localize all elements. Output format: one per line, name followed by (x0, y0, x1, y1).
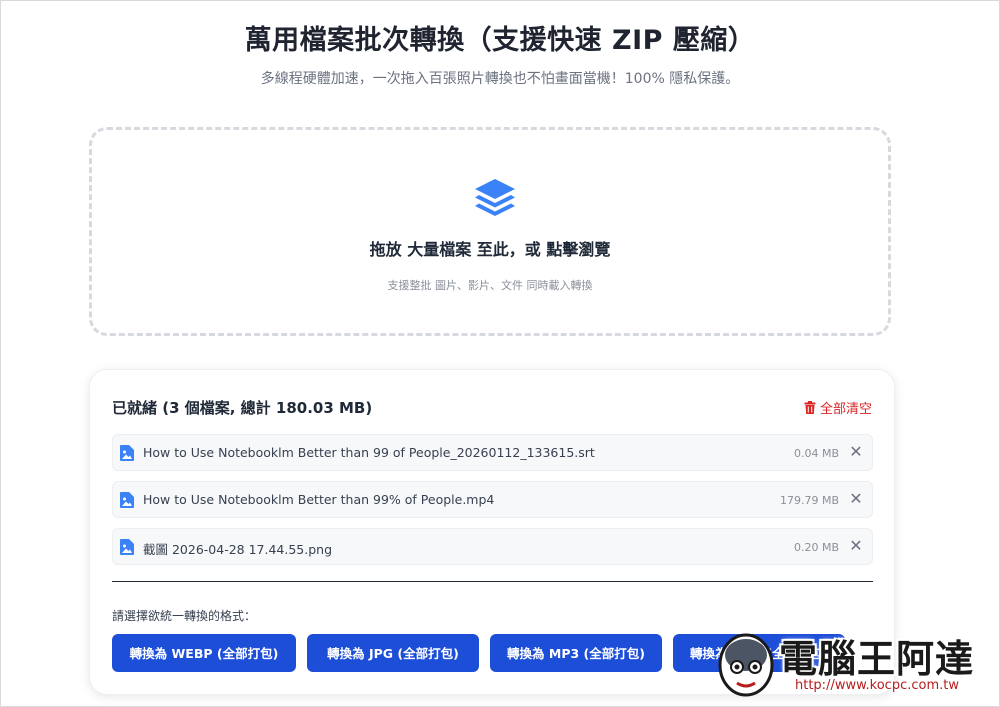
convert-webp-button[interactable]: 轉換為 WEBP (全部打包) (112, 634, 296, 672)
file-size: 0.20 MB (793, 541, 839, 554)
convert-jpg-button[interactable]: 轉換為 JPG (全部打包) (307, 634, 479, 672)
remove-file-button[interactable]: ✕ (847, 442, 865, 462)
remove-file-button[interactable]: ✕ (847, 489, 865, 509)
file-row: How to Use Notebooklm Better than 99% of… (112, 481, 873, 518)
clear-all-label: 全部清空 (819, 402, 872, 417)
clear-all-button[interactable]: 全部清空 (804, 398, 872, 417)
dropzone-hint: 支援整批 圖片、影片、文件 同時載入轉換 (387, 279, 593, 292)
layers-icon (475, 179, 515, 216)
file-name: How to Use Notebooklm Better than 99 of … (143, 445, 595, 460)
remove-file-button[interactable]: ✕ (847, 536, 865, 556)
file-name: How to Use Notebooklm Better than 99% of… (143, 492, 495, 507)
mascot-logo (718, 633, 774, 697)
trash-icon (804, 401, 816, 414)
page-title: 萬用檔案批次轉換（支援快速 ZIP 壓縮） (244, 25, 756, 56)
dropzone-title: 拖放 大量檔案 至此，或 點擊瀏覽 (369, 240, 611, 259)
convert-mp3-button[interactable]: 轉換為 MP3 (全部打包) (490, 634, 662, 672)
file-row: 截圖 2026-04-28 17.44.55.png 0.20 MB ✕ (112, 528, 873, 565)
file-name: 截圖 2026-04-28 17.44.55.png (143, 542, 333, 557)
watermark-text: 電腦王阿達 (779, 637, 975, 681)
watermark: 電腦王阿達 http://www.kocpc.com.tw (713, 621, 1000, 707)
queue-status: 已就緒 (3 個檔案, 總計 180.03 MB) (112, 399, 373, 417)
image-file-icon (120, 492, 134, 508)
divider (112, 581, 873, 582)
file-size: 0.04 MB (793, 447, 839, 460)
file-size: 179.79 MB (779, 494, 839, 507)
file-dropzone[interactable]: 拖放 大量檔案 至此，或 點擊瀏覽 支援整批 圖片、影片、文件 同時載入轉換 (89, 127, 891, 336)
image-file-icon (120, 445, 134, 461)
format-select-label: 請選擇欲統一轉換的格式： (112, 609, 257, 623)
image-file-icon (120, 539, 134, 555)
file-row: How to Use Notebooklm Better than 99 of … (112, 434, 873, 471)
page-subtitle: 多線程硬體加速，一次拖入百張照片轉換也不怕畫面當機！100% 隱私保護。 (260, 71, 740, 87)
watermark-url: http://www.kocpc.com.tw (795, 678, 959, 693)
